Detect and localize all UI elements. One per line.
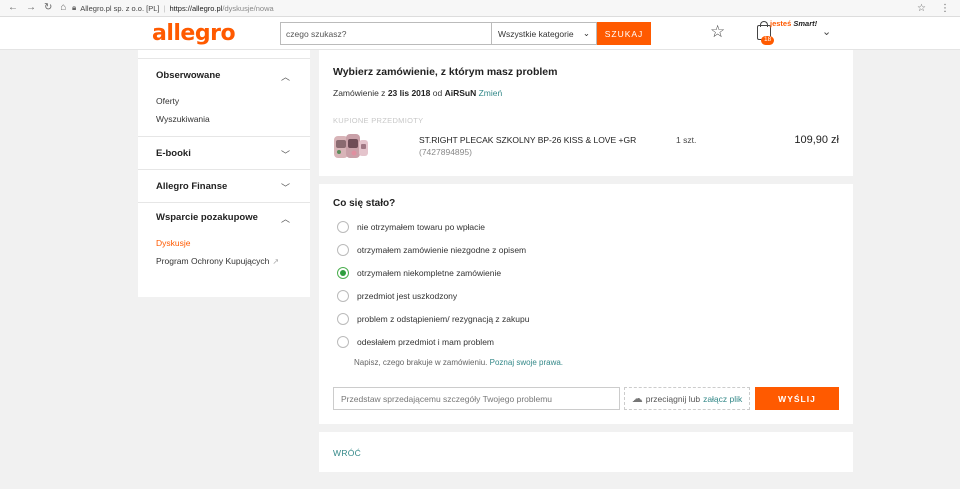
attach-file-link[interactable]: załącz plik [703,394,742,404]
product-thumbnail[interactable] [332,130,370,162]
hint-message: Napisz, czego brakuje w zamówieniu. [354,358,488,367]
back-link[interactable]: WRÓĆ [333,448,361,458]
order-title: Wybierz zamówienie, z którym masz proble… [333,66,558,78]
sidebar: Obserwowane ︿ Oferty Wyszukiwania E-book… [138,50,310,297]
chevron-up-icon[interactable]: ︿ [281,212,290,225]
site-header: allegro czego szukasz? Wszystkie kategor… [0,17,960,50]
radio-button[interactable] [337,244,349,256]
order-date: 23 lis 2018 [387,88,431,98]
change-order-link[interactable]: Zmień [479,88,503,98]
favorites-star-icon[interactable]: ☆ [710,23,725,40]
chevron-down-icon[interactable]: ﹀ [281,181,290,194]
radio-button[interactable] [337,313,349,325]
product-id: (7427894895) [419,147,472,157]
sidebar-section-support: Wsparcie pozakupowe ︿ Dyskusje Program O… [138,202,310,292]
url-path: /dyskusje/nowa [222,3,274,13]
browser-actions: ☆ ⋮ [917,3,960,14]
radio-button-checked[interactable] [337,267,349,279]
back-card: WRÓĆ [319,432,853,472]
allegro-logo[interactable]: allegro [152,21,236,46]
address-bar[interactable]: 🔒︎ Allegro.pl sp. z o.o. [PL] | https://… [72,3,917,13]
category-label: Wszystkie kategorie [498,28,574,39]
sidebar-item-buyer-protection-label: Program Ochrony Kupujących [156,256,270,266]
sidebar-heading-observed[interactable]: Obserwowane [156,70,220,81]
account-chevron-down-icon[interactable]: ⌄ [822,25,831,38]
sidebar-section-finance: Allegro Finanse ﹀ [138,169,310,202]
browser-nav: ← → ↻ ⌂ [0,3,72,13]
url-host: https://allegro.pl [169,3,223,13]
bought-items-label: KUPIONE PRZEDMIOTY [333,116,424,125]
radio-label: problem z odstąpieniem/ rezygnacją z zak… [357,314,530,324]
search-button[interactable]: SZUKAJ [597,22,651,45]
menu-kebab-icon[interactable]: ⋮ [940,3,950,14]
category-select[interactable]: Wszystkie kategorie ⌄ [491,22,597,45]
radio-label: otrzymałem niekompletne zamówienie [357,268,502,278]
order-card: Wybierz zamówienie, z którym masz proble… [319,50,853,176]
sidebar-section-observed: Obserwowane ︿ Oferty Wyszukiwania [138,58,310,136]
send-button[interactable]: WYŚLIJ [755,387,839,410]
product-name[interactable]: ST.RIGHT PLECAK SZKOLNY BP-26 KISS & LOV… [419,135,636,145]
sidebar-heading-finance[interactable]: Allegro Finanse [156,181,227,192]
radio-button[interactable] [337,290,349,302]
browser-toolbar: ← → ↻ ⌂ 🔒︎ Allegro.pl sp. z o.o. [PL] | … [0,0,960,17]
sidebar-item-searches[interactable]: Wyszukiwania [156,114,210,124]
product-quantity: 1 szt. [676,135,697,145]
site-owner: Allegro.pl sp. z o.o. [PL] [80,3,160,13]
radio-label: odesłałem przedmiot i mam problem [357,337,494,347]
know-your-rights-link[interactable]: Poznaj swoje prawa. [490,358,563,367]
order-from: od [432,88,443,98]
smart-badge: jesteś Smart! [770,19,817,28]
radio-button[interactable] [337,336,349,348]
lock-icon: 🔒︎ [72,3,77,12]
radio-label: otrzymałem zamówienie niezgodne z opisem [357,245,527,255]
order-seller: AiRSuN [444,88,477,98]
radio-option-not-received[interactable]: nie otrzymałem towaru po wpłacie [337,221,485,233]
order-prefix: Zamówienie z [333,88,386,98]
chevron-down-icon: ⌄ [582,28,590,38]
cart-count-badge: 18 [761,36,775,45]
radio-label: nie otrzymałem towaru po wpłacie [357,222,486,232]
problem-card: Co się stało? nie otrzymałem towaru po w… [319,184,853,424]
radio-option-damaged[interactable]: przedmiot jest uszkodzony [337,290,457,302]
sidebar-section-ebooks: E-booki ﹀ [138,136,310,169]
upload-text: przeciągnij lub [645,393,701,404]
radio-option-not-as-described[interactable]: otrzymałem zamówienie niezgodne z opisem [337,244,526,256]
home-icon[interactable]: ⌂ [60,3,66,13]
product-price: 109,90 zł [794,134,839,146]
chevron-down-icon[interactable]: ﹀ [281,148,290,161]
radio-button[interactable] [337,221,349,233]
smart-prefix: jesteś [770,19,792,28]
back-arrow-icon[interactable]: ← [8,3,18,13]
chevron-up-icon[interactable]: ︿ [281,70,290,83]
hint-text: Napisz, czego brakuje w zamówieniu. Pozn… [354,358,563,367]
smart-label: Smart! [793,19,818,28]
radio-option-returned[interactable]: odesłałem przedmiot i mam problem [337,336,494,348]
file-upload-dropzone[interactable]: ☁ przeciągnij lub załącz plik [624,387,750,410]
radio-label: przedmiot jest uszkodzony [357,291,458,301]
sidebar-item-buyer-protection[interactable]: Program Ochrony Kupujących ↗ [156,256,279,266]
url-separator: | [163,3,166,13]
sidebar-item-discussions[interactable]: Dyskusje [156,238,190,248]
search-input[interactable]: czego szukasz? [280,22,491,45]
reload-icon[interactable]: ↻ [44,3,52,13]
external-link-icon: ↗ [272,257,280,266]
cloud-upload-icon: ☁ [631,393,643,405]
problem-title: Co się stało? [333,198,396,209]
forward-arrow-icon[interactable]: → [26,3,36,13]
order-summary: Zamówienie z 23 lis 2018 od AiRSuN Zmień [333,88,502,98]
sidebar-item-offers[interactable]: Oferty [156,96,179,106]
problem-description-input[interactable]: Przedstaw sprzedającemu szczegóły Twojeg… [333,387,620,410]
search-bar: czego szukasz? Wszystkie kategorie ⌄ SZU… [280,22,651,45]
radio-option-withdrawal[interactable]: problem z odstąpieniem/ rezygnacją z zak… [337,313,529,325]
sidebar-heading-ebooks[interactable]: E-booki [156,148,191,159]
sidebar-heading-support[interactable]: Wsparcie pozakupowe [156,212,258,223]
bookmark-star-icon[interactable]: ☆ [917,3,926,14]
radio-option-incomplete[interactable]: otrzymałem niekompletne zamówienie [337,267,501,279]
